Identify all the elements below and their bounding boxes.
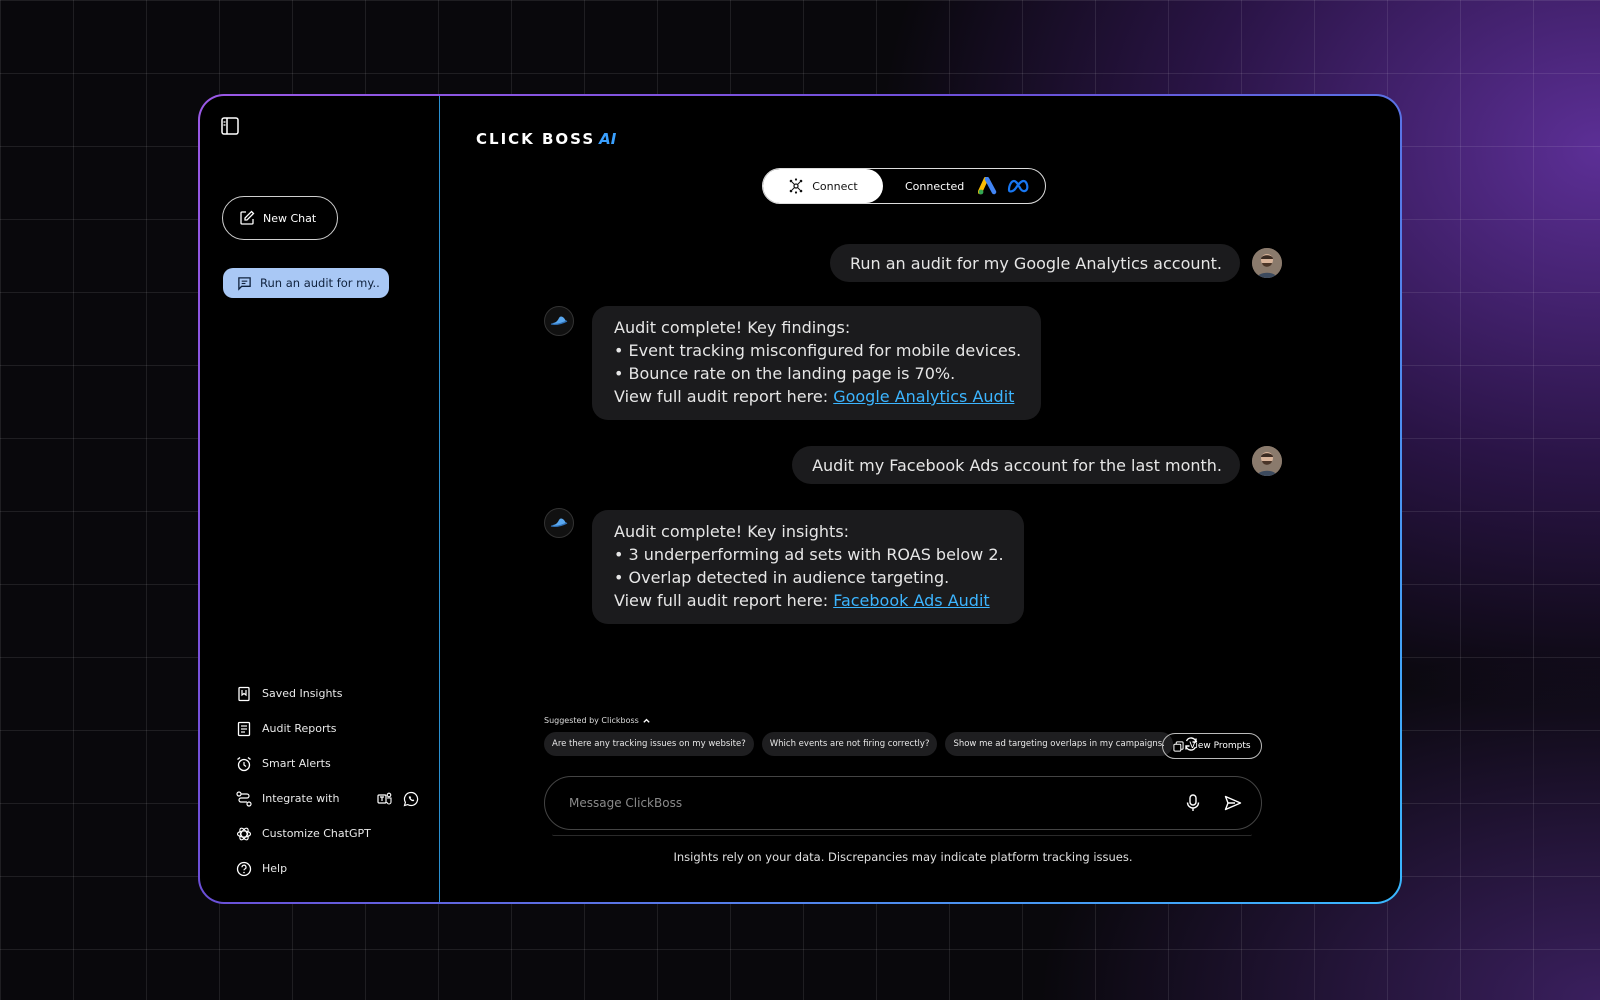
composer-divider bbox=[552, 834, 1252, 836]
sidebar-item-label: Integrate with bbox=[262, 792, 340, 805]
clickboss-hat-icon bbox=[550, 316, 568, 326]
clickboss-hat-icon bbox=[550, 518, 568, 528]
connected-platforms bbox=[978, 177, 1032, 195]
sidebar-toggle-icon[interactable] bbox=[220, 116, 240, 136]
bot-message-line: Audit complete! Key findings: bbox=[614, 318, 851, 337]
openai-icon bbox=[236, 827, 252, 840]
bot-message: Audit complete! Key findings: • Event tr… bbox=[592, 306, 1042, 420]
microphone-button[interactable] bbox=[1173, 783, 1213, 823]
help-icon bbox=[236, 861, 252, 876]
sidebar-item-label: Audit Reports bbox=[262, 722, 337, 735]
suggestion-chip[interactable]: Show me ad targeting overlaps in my camp… bbox=[945, 732, 1173, 756]
logo-ai-text: AI bbox=[599, 130, 617, 148]
connected-label: Connected bbox=[905, 179, 965, 193]
connect-button[interactable]: Connect bbox=[763, 169, 883, 203]
clickboss-logo: CLICK BOSS AI bbox=[476, 130, 616, 148]
integration-icons bbox=[377, 791, 419, 807]
bookmark-icon bbox=[238, 686, 250, 701]
suggestions-header-label: Suggested by Clickboss bbox=[544, 716, 639, 725]
disclaimer-text: Insights rely on your data. Discrepancie… bbox=[673, 850, 1133, 864]
bot-avatar bbox=[544, 508, 574, 538]
teams-icon[interactable] bbox=[377, 791, 393, 807]
bot-message-line: • 3 underperforming ad sets with ROAS be… bbox=[614, 545, 1004, 564]
route-icon bbox=[236, 790, 252, 807]
app-window-frame: New Chat Run an audit for my.. Saved Ins… bbox=[198, 94, 1402, 904]
alarm-icon bbox=[237, 756, 251, 771]
suggestion-chip[interactable]: Which events are not firing correctly? bbox=[761, 732, 938, 756]
new-chat-button[interactable]: New Chat bbox=[222, 196, 338, 240]
sidebar-item-label: Saved Insights bbox=[262, 687, 343, 700]
send-icon bbox=[1224, 795, 1242, 811]
microphone-icon bbox=[1186, 794, 1200, 811]
network-icon bbox=[789, 178, 803, 194]
sidebar: New Chat Run an audit for my.. Saved Ins… bbox=[200, 96, 440, 902]
connect-label: Connect bbox=[812, 179, 858, 193]
chat-main: CLICK BOSS AI Connect Connected Run an a… bbox=[440, 96, 1400, 902]
send-button[interactable] bbox=[1213, 783, 1253, 823]
copy-icon bbox=[1173, 740, 1184, 752]
suggestion-chips: Are there any tracking issues on my webs… bbox=[544, 732, 1199, 756]
google-analytics-audit-link[interactable]: Google Analytics Audit bbox=[833, 387, 1014, 406]
message-composer bbox=[544, 776, 1262, 830]
whatsapp-icon[interactable] bbox=[403, 791, 419, 807]
sidebar-menu: Saved Insights Audit Reports Smart Alert… bbox=[236, 676, 436, 886]
suggestion-chip[interactable]: Are there any tracking issues on my webs… bbox=[544, 732, 754, 756]
bot-message-line: • Bounce rate on the landing page is 70%… bbox=[614, 364, 956, 383]
user-avatar bbox=[1252, 248, 1282, 278]
report-link-prefix: View full audit report here: bbox=[614, 591, 834, 610]
user-avatar bbox=[1252, 446, 1282, 476]
bot-message-line: • Overlap detected in audience targeting… bbox=[614, 568, 950, 587]
sidebar-item-label: Customize ChatGPT bbox=[262, 827, 371, 840]
edit-icon bbox=[240, 210, 255, 225]
sidebar-item-label: Help bbox=[262, 862, 288, 875]
sidebar-item-help[interactable]: Help bbox=[236, 851, 436, 886]
chat-bubble-icon bbox=[238, 276, 251, 291]
report-icon bbox=[237, 721, 251, 736]
chat-history-item[interactable]: Run an audit for my.. bbox=[223, 268, 389, 298]
new-chat-label: New Chat bbox=[263, 211, 317, 225]
user-message: Run an audit for my Google Analytics acc… bbox=[829, 244, 1240, 282]
connect-toggle: Connect Connected bbox=[762, 168, 1046, 204]
google-ads-icon bbox=[978, 177, 997, 195]
app-window: New Chat Run an audit for my.. Saved Ins… bbox=[200, 96, 1400, 902]
view-prompts-button[interactable]: View Prompts bbox=[1162, 733, 1262, 759]
sidebar-item-label: Smart Alerts bbox=[262, 757, 331, 770]
report-link-prefix: View full audit report here: bbox=[614, 387, 834, 406]
user-message: Audit my Facebook Ads account for the la… bbox=[792, 446, 1240, 484]
sidebar-item-saved-insights[interactable]: Saved Insights bbox=[236, 676, 436, 711]
message-input[interactable] bbox=[569, 796, 1173, 810]
sidebar-item-customize-chatgpt[interactable]: Customize ChatGPT bbox=[236, 816, 436, 851]
logo-text: CLICK BOSS bbox=[476, 130, 596, 148]
bot-message: Audit complete! Key insights: • 3 underp… bbox=[592, 510, 1024, 624]
meta-icon bbox=[1008, 179, 1029, 193]
bot-message-line: Audit complete! Key insights: bbox=[614, 522, 850, 541]
sidebar-item-audit-reports[interactable]: Audit Reports bbox=[236, 711, 436, 746]
bot-message-line: • Event tracking misconfigured for mobil… bbox=[614, 341, 1022, 360]
chevron-up-icon bbox=[643, 718, 650, 723]
suggestions-header[interactable]: Suggested by Clickboss bbox=[544, 716, 651, 725]
facebook-ads-audit-link[interactable]: Facebook Ads Audit bbox=[833, 591, 989, 610]
view-prompts-label: View Prompts bbox=[1189, 741, 1251, 751]
chat-history-label: Run an audit for my.. bbox=[260, 276, 380, 290]
bot-avatar bbox=[544, 306, 574, 336]
sidebar-item-smart-alerts[interactable]: Smart Alerts bbox=[236, 746, 436, 781]
sidebar-item-integrate-with[interactable]: Integrate with bbox=[236, 781, 436, 816]
